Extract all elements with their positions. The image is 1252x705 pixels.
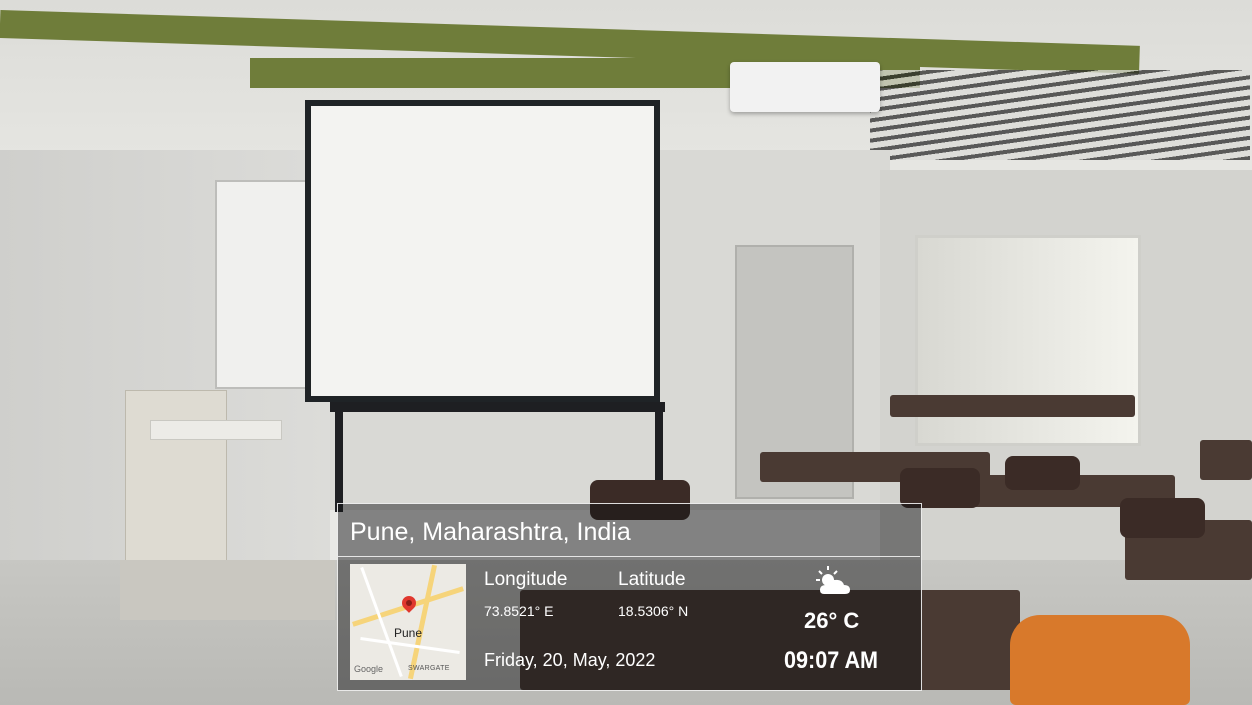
classroom-photo: Pune, Maharashtra, India Pune Google SWA… — [0, 0, 1252, 705]
podium — [150, 420, 282, 440]
chair — [1005, 456, 1080, 490]
geotag-card: Pune, Maharashtra, India Pune Google SWA… — [337, 503, 922, 691]
map-road — [407, 564, 438, 680]
longitude-value: 73.8521° E — [484, 603, 554, 619]
screen-stand-leg — [335, 402, 343, 512]
latitude-value: 18.5306° N — [618, 603, 689, 619]
whiteboard — [215, 180, 319, 389]
location-title: Pune, Maharashtra, India — [350, 518, 631, 546]
time-text: 09:07 AM — [784, 647, 879, 674]
screen-stand — [330, 402, 665, 412]
desk — [1200, 440, 1252, 480]
map-area-label: SWARGATE — [408, 665, 450, 672]
desk — [890, 395, 1135, 417]
chair — [900, 468, 980, 508]
air-vent — [870, 70, 1250, 160]
latitude-label: Latitude — [618, 569, 686, 590]
longitude-label: Longitude — [484, 569, 568, 590]
orange-backpack — [1010, 615, 1190, 705]
chair — [1120, 498, 1205, 538]
card-divider — [338, 556, 920, 557]
map-city-label: Pune — [394, 626, 423, 640]
platform — [120, 560, 335, 620]
cabinet — [125, 390, 227, 562]
temperature: 26° C — [804, 608, 860, 633]
projection-screen — [305, 100, 660, 402]
projector — [730, 62, 880, 112]
partly-cloudy-icon — [816, 566, 850, 594]
map-thumbnail: Pune Google SWARGATE — [350, 564, 466, 680]
date-text: Friday, 20, May, 2022 — [484, 650, 656, 670]
map-attribution: Google — [354, 664, 384, 674]
screen-stand-leg — [655, 402, 663, 492]
